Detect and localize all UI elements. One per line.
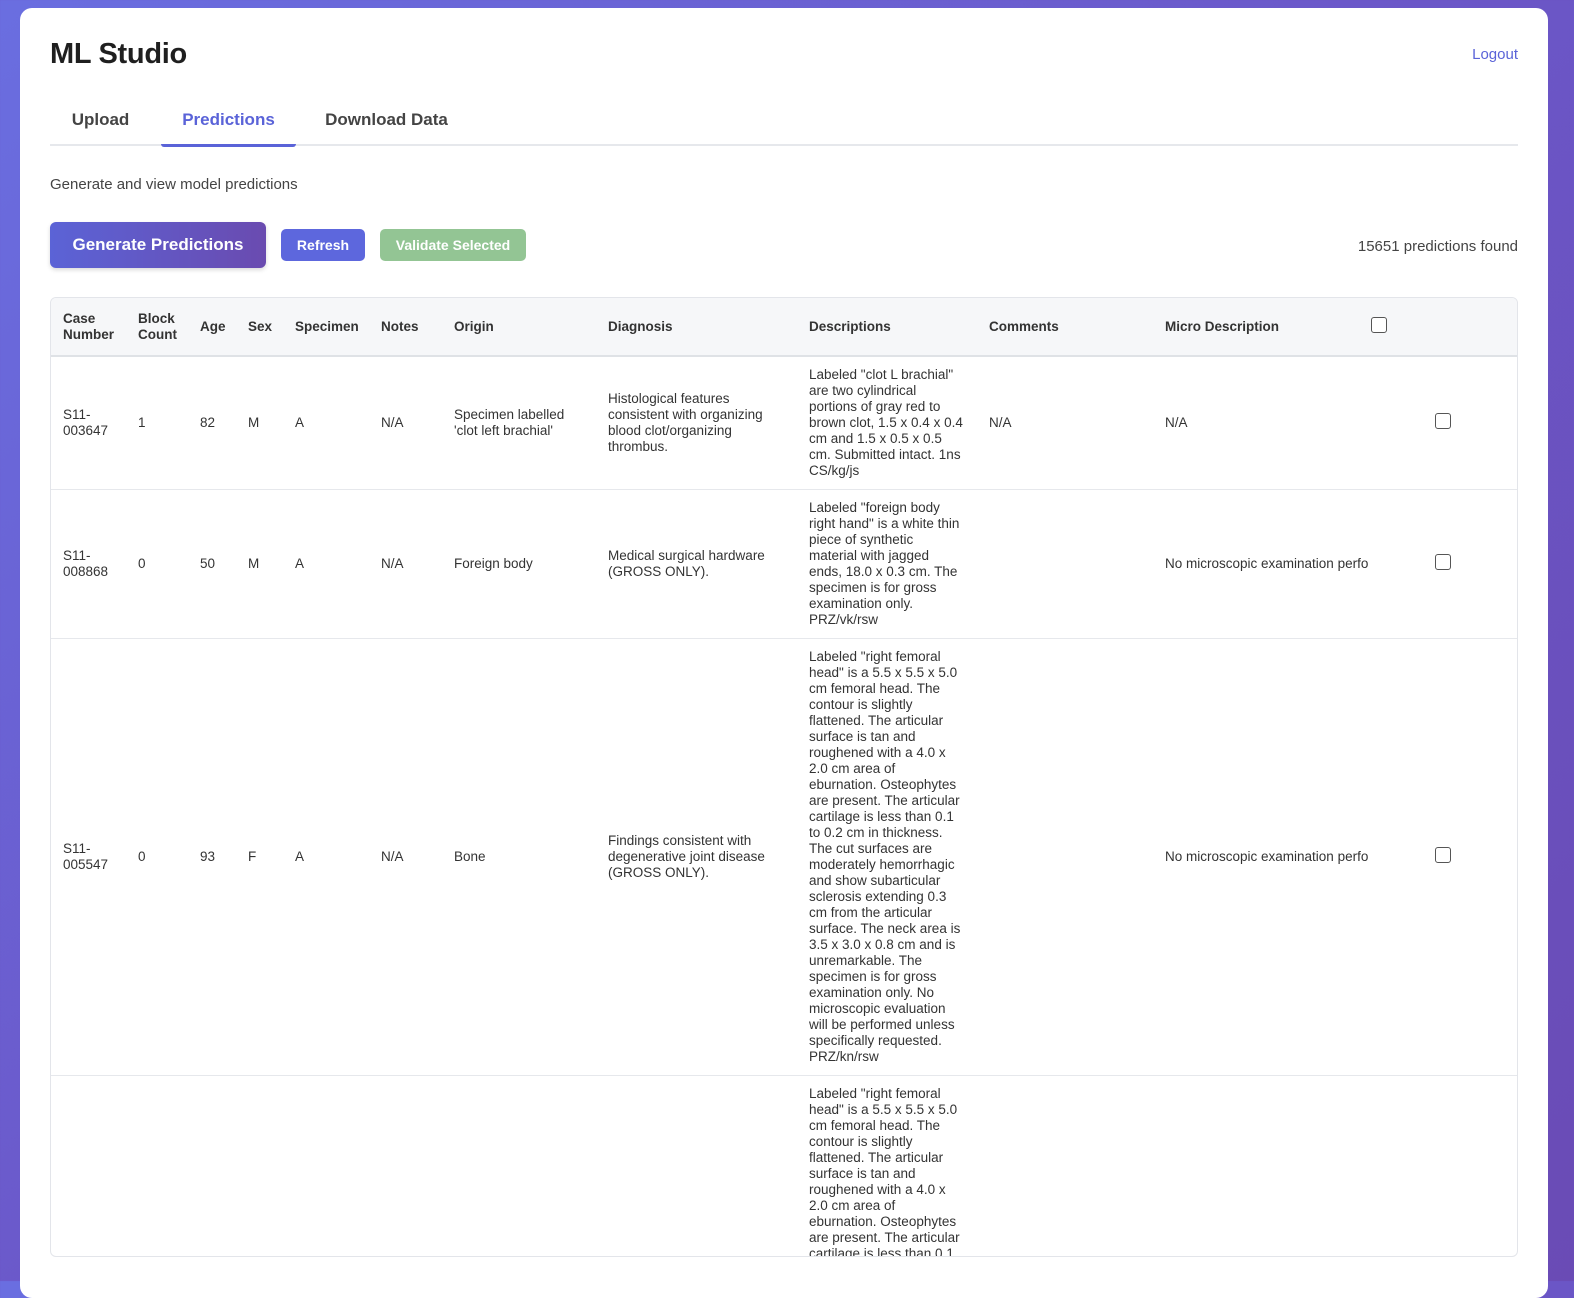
cell-comments [977,489,1153,639]
row-select-checkbox[interactable] [1435,413,1451,429]
cell-specimen: A [283,489,369,639]
header-select-cell [1369,298,1517,357]
header-specimen: Specimen [283,298,369,357]
header-age: Age [188,298,236,357]
cell-diagnosis: Medical surgical hardware (GROSS ONLY). [596,489,797,639]
header-descriptions: Descriptions [797,298,977,357]
cell-origin: Specimen labelled 'clot left brachial' [442,356,596,490]
cell-sex: M [236,356,283,490]
cell-micro-description: N/A [1153,356,1369,490]
header-block-count: Block Count [126,298,188,357]
cell-block-count: 1 [126,356,188,490]
cell-micro-description [1153,1075,1369,1256]
cell-comments [977,638,1153,1076]
cell-origin: Bone [442,638,596,1076]
cell-case-number: S11-005547 [51,638,126,1076]
cell-sex: M [236,489,283,639]
cell-block-count [126,1075,188,1256]
cell-notes [369,1075,442,1256]
table-row: S11-008868 0 50 M A N/A Foreign body Med… [51,489,1517,639]
table-row: Labeled "right femoral head" is a 5.5 x … [51,1075,1517,1256]
cell-select [1369,356,1517,490]
cell-block-count: 0 [126,638,188,1076]
predictions-table: Case Number Block Count Age Sex Specimen… [50,297,1518,1257]
cell-age [188,1075,236,1256]
header-micro-description: Micro Description [1153,298,1369,357]
cell-specimen: A [283,356,369,490]
validate-selected-button[interactable]: Validate Selected [380,229,526,261]
cell-notes: N/A [369,489,442,639]
app-title: ML Studio [50,38,187,70]
cell-select [1369,638,1517,1076]
logout-link[interactable]: Logout [1472,46,1518,63]
cell-diagnosis: Histological features consistent with or… [596,356,797,490]
cell-sex: F [236,638,283,1076]
tab-bar: Upload Predictions Download Data [50,98,1518,147]
cell-comments: N/A [977,356,1153,490]
main-card: ML Studio Logout Upload Predictions Down… [20,8,1548,1298]
cell-micro-description: No microscopic examination performed. [1153,638,1369,1076]
cell-select [1369,489,1517,639]
cell-descriptions: Labeled "right femoral head" is a 5.5 x … [797,638,977,1076]
tab-upload[interactable]: Upload [50,98,151,144]
row-select-checkbox[interactable] [1435,847,1451,863]
cell-case-number: S11-008868 [51,489,126,639]
cell-notes: N/A [369,638,442,1076]
header-diagnosis: Diagnosis [596,298,797,357]
cell-diagnosis: Findings consistent with degenerative jo… [596,638,797,1076]
select-all-checkbox[interactable] [1371,316,1387,333]
cell-age: 82 [188,356,236,490]
cell-comments [977,1075,1153,1256]
header-case-number: Case Number [51,298,126,357]
cell-block-count: 0 [126,489,188,639]
row-select-checkbox[interactable] [1435,554,1451,570]
cell-diagnosis [596,1075,797,1256]
cell-specimen: A [283,638,369,1076]
predictions-count: 15651 predictions found [1357,238,1518,255]
tab-predictions[interactable]: Predictions [161,98,296,147]
table-row: S11-005547 0 93 F A N/A Bone Findings co… [51,638,1517,1076]
table-header-row: Case Number Block Count Age Sex Specimen… [51,298,1517,357]
cell-notes: N/A [369,356,442,490]
cell-age: 93 [188,638,236,1076]
cell-descriptions: Labeled "right femoral head" is a 5.5 x … [797,1075,977,1256]
cell-age: 50 [188,489,236,639]
tab-download-data[interactable]: Download Data [306,98,467,144]
header-notes: Notes [369,298,442,357]
page-subtitle: Generate and view model predictions [50,176,298,193]
cell-specimen [283,1075,369,1256]
cell-origin [442,1075,596,1256]
cell-case-number: S11-003647 [51,356,126,490]
cell-descriptions: Labeled "clot L brachial" are two cylind… [797,356,977,490]
cell-sex [236,1075,283,1256]
header-comments: Comments [977,298,1153,357]
cell-micro-description: No microscopic examination performed. [1153,489,1369,639]
cell-select [1369,1075,1517,1256]
header-sex: Sex [236,298,283,357]
cell-descriptions: Labeled "foreign body right hand" is a w… [797,489,977,639]
table-row: S11-003647 1 82 M A N/A Specimen labelle… [51,356,1517,490]
cell-origin: Foreign body [442,489,596,639]
refresh-button[interactable]: Refresh [281,229,365,261]
header-origin: Origin [442,298,596,357]
generate-predictions-button[interactable]: Generate Predictions [50,222,266,268]
cell-case-number [51,1075,126,1256]
